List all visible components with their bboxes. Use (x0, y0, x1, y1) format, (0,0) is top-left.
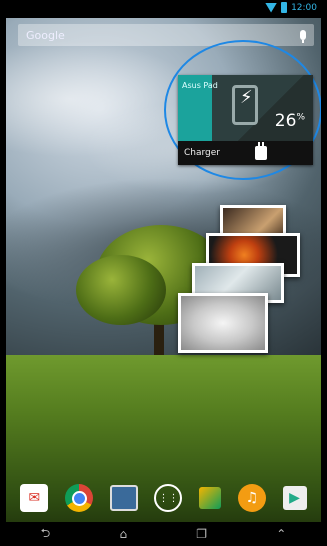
menu-icon[interactable]: ⌃ (276, 527, 286, 541)
home-screen: 12:00 Google Asus Pad ⚡ 26% Charger ✉ ⋮⋮… (6, 0, 321, 546)
battery-icon (281, 2, 288, 13)
gallery-icon[interactable] (109, 485, 138, 511)
battery-widget[interactable]: Asus Pad ⚡ 26% Charger (178, 75, 313, 165)
battery-percent: 26% (274, 111, 305, 131)
plug-icon (255, 142, 267, 160)
notes-icon[interactable] (199, 487, 222, 509)
app-drawer-icon[interactable]: ⋮⋮ (154, 484, 183, 512)
mic-icon[interactable] (300, 30, 306, 43)
navigation-bar: ⮌ ⌂ ❐ ⌃ (6, 522, 321, 546)
tree-canopy-left (76, 255, 166, 325)
music-icon[interactable]: ♫ (237, 484, 266, 512)
search-label: Google (26, 28, 65, 42)
recent-apps-icon[interactable]: ❐ (196, 527, 207, 541)
status-bar: 12:00 (6, 0, 321, 18)
back-icon[interactable]: ⮌ (41, 524, 51, 545)
widget-footer: Charger (178, 141, 313, 165)
device-name: Asus Pad (182, 81, 218, 90)
wifi-icon (265, 2, 278, 13)
status-time: 12:00 (291, 2, 317, 13)
charging-bolt-icon: ⚡ (240, 87, 253, 108)
charger-label: Charger (184, 148, 220, 158)
play-store-icon[interactable]: ▶ (282, 486, 307, 510)
gmail-icon[interactable]: ✉ (20, 484, 49, 512)
chrome-icon[interactable] (65, 484, 94, 512)
app-dock: ✉ ⋮⋮ ♫ ▶ (6, 478, 321, 518)
home-icon[interactable]: ⌂ (119, 527, 127, 541)
google-search-bar[interactable]: Google (18, 24, 314, 46)
photo-frame[interactable] (178, 293, 268, 353)
